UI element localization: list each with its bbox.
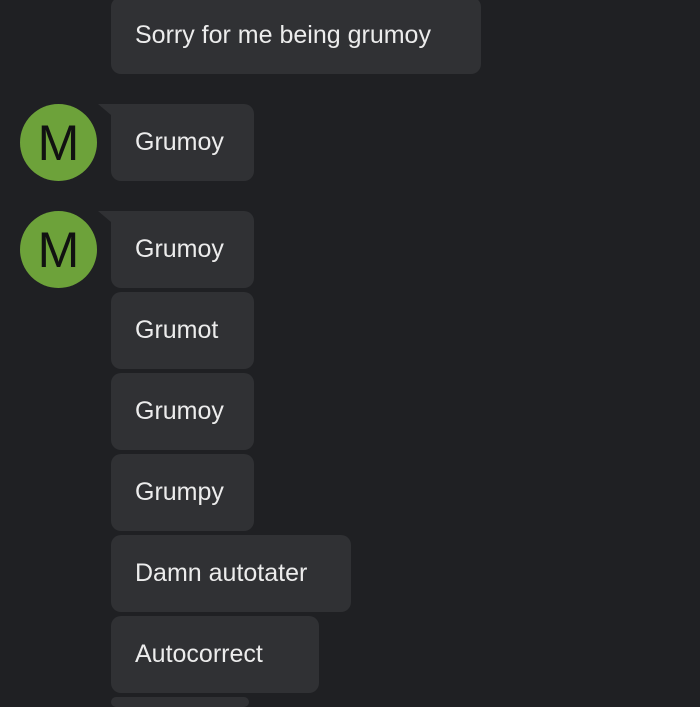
message-text: Grumoy — [135, 397, 224, 425]
message-bubble[interactable]: Damn autotater — [111, 535, 351, 612]
message-text: Damn autotater — [135, 559, 308, 587]
message-text: Grumot — [135, 316, 219, 344]
message-text: Sorry for me being grumoy — [135, 21, 431, 49]
message-bubble[interactable]: Grumpy — [111, 454, 254, 531]
message-bubble[interactable]: Sorry for me being grumoy — [111, 0, 481, 74]
message-bubble[interactable]: Grumot — [111, 292, 254, 369]
message-thread: Sorry for me being grumoy M Grumoy M Gru… — [0, 0, 700, 707]
contact-avatar[interactable]: M — [20, 211, 97, 288]
message-bubble[interactable]: Autocorrect — [111, 616, 319, 693]
message-bubble[interactable]: Grumoy — [98, 211, 254, 288]
message-bubble[interactable]: Grumoy — [111, 373, 254, 450]
message-text: Grumoy — [135, 235, 224, 263]
message-text: Autocorrect — [135, 640, 263, 668]
contact-avatar[interactable]: M — [20, 104, 97, 181]
message-text: Grumpy — [135, 478, 224, 506]
avatar-initial: M — [37, 221, 80, 278]
message-bubble[interactable]: Grumoy — [98, 104, 254, 181]
avatar-initial: M — [37, 114, 80, 171]
message-text: Grumoy — [135, 128, 224, 156]
